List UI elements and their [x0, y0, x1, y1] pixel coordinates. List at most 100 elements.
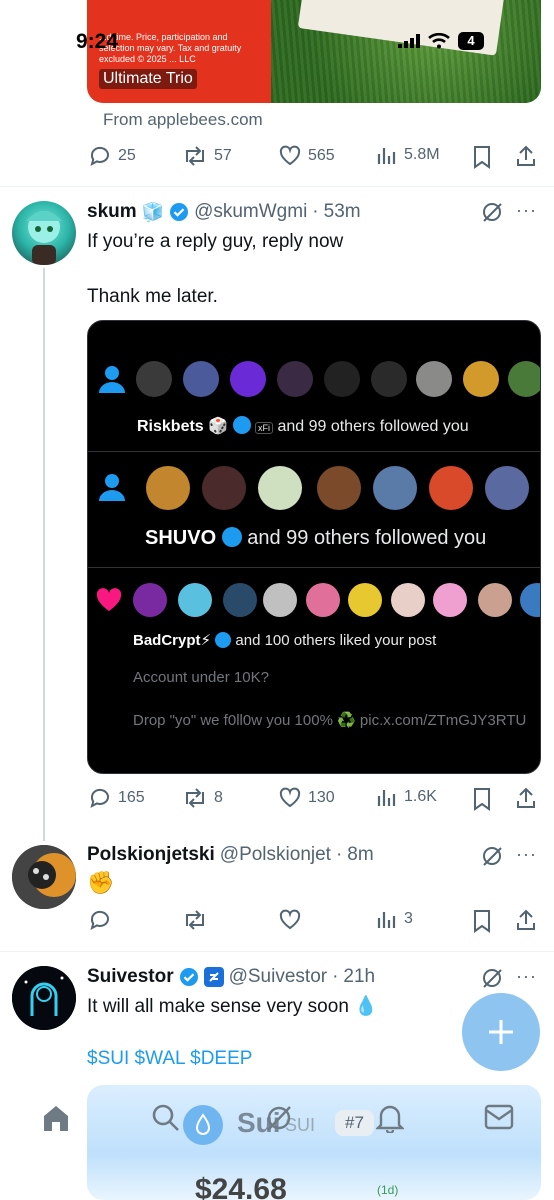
post-text-line1: If you’re a reply guy, reply now: [87, 231, 344, 252]
views-icon: [377, 912, 396, 928]
bookmark-icon[interactable]: [472, 787, 492, 811]
verified-badge-icon: [221, 527, 242, 547]
liker-avatar: [223, 583, 257, 617]
notif-text: and 100 others liked your post: [235, 632, 437, 649]
timestamp: 8m: [347, 844, 374, 865]
reply-button[interactable]: 165: [88, 786, 145, 810]
views-button[interactable]: 5.8M: [376, 144, 440, 166]
notifications-icon[interactable]: [376, 1103, 404, 1133]
handle[interactable]: @Suivestor: [229, 966, 328, 988]
views-button[interactable]: 3: [376, 908, 413, 930]
ad-cta-label[interactable]: Ultimate Trio: [99, 69, 197, 89]
signal-icon: [398, 34, 420, 48]
liker-avatar: [520, 583, 540, 617]
home-icon[interactable]: [41, 1103, 71, 1133]
timestamp: 53m: [323, 201, 361, 222]
follower-avatar: [146, 466, 190, 510]
heart-filled-icon: [96, 588, 122, 611]
image-caption-line1: Account under 10K?: [133, 669, 269, 686]
avatar-character-icon: [26, 211, 62, 265]
handle[interactable]: @Polskionjet: [220, 844, 331, 866]
share-icon[interactable]: [515, 144, 537, 168]
follower-avatar: [317, 466, 361, 510]
follower-avatar: [202, 466, 246, 510]
xfi-badge: xFi: [254, 422, 273, 434]
grok-nav-icon[interactable]: [264, 1103, 294, 1133]
verified-badge-icon: [215, 632, 232, 648]
battery-icon: 4: [458, 32, 484, 50]
repost-count: 8: [214, 789, 223, 806]
views-button[interactable]: 1.6K: [376, 786, 437, 808]
notification-row1: Riskbets 🎲 xFi and 99 others followed yo…: [137, 416, 469, 436]
follower-avatar: [371, 361, 407, 397]
repost-icon: [186, 788, 204, 808]
display-name[interactable]: Suivestor: [87, 966, 174, 988]
avatar[interactable]: [12, 201, 76, 265]
follower-avatar: [508, 361, 540, 397]
display-name[interactable]: skum: [87, 201, 137, 223]
like-button[interactable]: 130: [278, 786, 335, 810]
separator-dot: ·: [332, 966, 339, 987]
liker-avatar: [433, 583, 467, 617]
liker-avatar: [306, 583, 340, 617]
avatar[interactable]: [12, 845, 76, 909]
repost-count: 57: [214, 147, 232, 164]
handle[interactable]: @skumWgmi: [194, 201, 307, 223]
post-header: Suivestor @Suivestor · 21h: [87, 966, 375, 988]
bookmark-icon[interactable]: [472, 145, 492, 169]
follower-avatar: [258, 466, 302, 510]
share-icon[interactable]: [515, 908, 537, 932]
separator-dot: ·: [335, 844, 343, 865]
search-icon[interactable]: [151, 1103, 181, 1133]
plus-icon: [489, 1020, 513, 1044]
cashtags[interactable]: $SUI $WAL $DEEP: [87, 1048, 252, 1070]
ad-fine-print: ...d time. Price, participation and sele…: [99, 32, 242, 64]
follower-avatar: [429, 466, 473, 510]
reply-button[interactable]: 25: [88, 144, 136, 168]
follower-avatar: [230, 361, 266, 397]
post-text: It will all make sense very soon 💧: [87, 996, 378, 1017]
bookmark-icon[interactable]: [472, 909, 492, 933]
separator-dot: ·: [312, 201, 319, 222]
notification-row3: BadCrypt⚡ and 100 others liked your post: [133, 631, 436, 649]
views-icon: [377, 148, 396, 164]
timestamp: 21h: [343, 966, 376, 987]
like-button[interactable]: 565: [278, 144, 335, 168]
reply-icon[interactable]: [88, 908, 112, 932]
avatar[interactable]: [12, 966, 76, 1030]
repost-button[interactable]: 8: [182, 786, 223, 810]
post-image[interactable]: Riskbets 🎲 xFi and 99 others followed yo…: [87, 320, 541, 774]
share-icon[interactable]: [515, 786, 537, 810]
affiliate-logo-icon: [203, 967, 224, 987]
divider: [88, 451, 540, 452]
reply-icon: [90, 146, 109, 166]
post-header: skum 🧊 @skumWgmi · 53m: [87, 201, 361, 223]
repost-icon[interactable]: [182, 908, 208, 932]
compose-button[interactable]: [462, 993, 540, 1071]
ad-media[interactable]: ...d time. Price, participation and sele…: [87, 0, 541, 103]
wifi-icon: [428, 33, 450, 49]
grok-icon[interactable]: [481, 967, 503, 989]
verified-badge-icon: [170, 203, 189, 221]
views-count: 3: [404, 910, 413, 927]
thread-line: [43, 268, 45, 841]
post-text: ✊: [87, 870, 115, 895]
grok-icon[interactable]: [481, 201, 503, 223]
messages-icon[interactable]: [484, 1103, 514, 1131]
sui-period: (1d): [377, 1183, 399, 1197]
verified-badge-icon: [232, 416, 251, 434]
more-options-icon[interactable]: ···: [516, 844, 537, 865]
liker-avatar: [348, 583, 382, 617]
ad-source-link[interactable]: From applebees.com: [103, 110, 263, 130]
heart-icon[interactable]: [278, 908, 302, 932]
views-count: 1.6K: [404, 788, 437, 805]
grok-icon[interactable]: [481, 845, 503, 867]
more-options-icon[interactable]: ···: [516, 966, 537, 987]
water-drop-icon: [195, 1113, 211, 1135]
more-options-icon[interactable]: ···: [516, 200, 537, 221]
display-name[interactable]: Polskionjetski: [87, 844, 215, 866]
repost-button[interactable]: 57: [182, 144, 232, 168]
avatar-character-icon: [12, 845, 76, 909]
status-time: 9:24: [76, 30, 119, 53]
follower-avatar: [416, 361, 452, 397]
